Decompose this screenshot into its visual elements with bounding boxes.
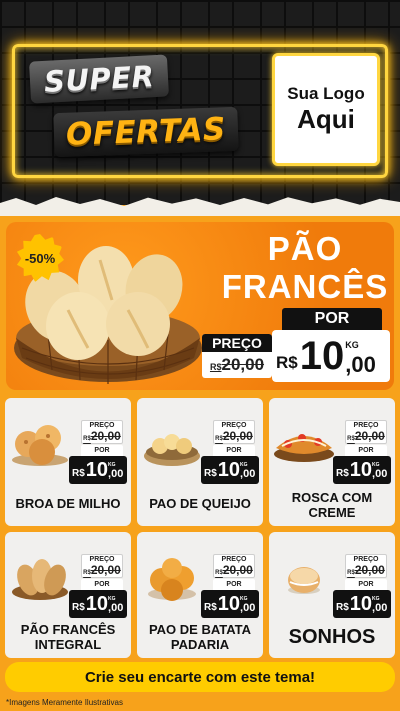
hero-price-decimal: ,00 [345,352,376,377]
currency: R$ [204,602,217,613]
old-price-tag: PREÇO R$20,00 [345,554,387,578]
new-price: R$ 10 KG ,00 [201,590,259,618]
hero-unit: KG [345,340,359,350]
hero-old-currency: R$ [209,362,222,372]
price-decimal: ,00 [240,468,256,480]
price-integer: 10 [217,593,241,615]
hero-title-line-2: FRANCÊS [221,268,389,305]
rosca-image [274,434,334,462]
por-label: POR [213,445,255,456]
logo-placeholder[interactable]: Sua Logo Aqui [272,53,380,166]
new-price: R$ 10 KG ,00 [69,456,127,484]
hero-new-price: R$ 10 KG ,00 [272,330,390,382]
hero-offer[interactable]: -50% PÃO FRANCÊS POR PREÇO R$20,00 R$ 10… [6,222,394,390]
product-card[interactable]: PREÇO R$20,00 POR R$ 10 KG ,00 SONHOS [269,532,395,658]
currency: R$ [72,468,85,479]
hero-old-price: R$20,00 [202,355,272,375]
old-currency: R$ [83,436,91,442]
price-decimal: ,00 [372,468,388,480]
old-currency: R$ [347,570,355,576]
currency: R$ [204,468,217,479]
por-label: POR [81,579,123,590]
product-name: PÃO FRANCÊS INTEGRAL [20,622,116,652]
hero-price-integer: 10 [299,334,345,378]
old-price-tag: PREÇO R$20,00 [81,420,123,444]
old-price: R$20,00 [82,430,122,446]
new-price: R$ 10 KG ,00 [201,456,259,484]
old-price: R$20,00 [82,564,122,580]
header-banner: SUPER OFERTAS Sua Logo Aqui [0,0,400,205]
pao-de-batata-image [148,558,196,601]
currency: R$ [336,602,349,613]
hero-title: PÃO FRANCÊS [216,230,394,306]
hero-preco-label: PREÇO [202,334,272,352]
old-currency: R$ [347,436,355,442]
hero-old-value: 20,00 [221,355,265,374]
price-integer: 10 [349,459,373,481]
old-price-tag: PREÇO R$20,00 [81,554,123,578]
por-label: POR [345,579,387,590]
disclaimer-text: *Imagens Meramente Ilustrativas [6,698,123,707]
old-price-value: 20,00 [90,563,121,577]
ofertas-title: OFERTAS [53,106,239,158]
old-price-value: 20,00 [354,563,385,577]
product-card[interactable]: PREÇO R$20,00 POR R$ 10 KG ,00 PAO DE QUEIJO [137,398,263,526]
hero-old-price-box: PREÇO R$20,00 [202,334,272,378]
broa-image [12,425,68,466]
price-decimal: ,00 [240,602,256,614]
old-price-tag: PREÇO R$20,00 [213,554,255,578]
hero-title-line-1: PÃO [267,230,343,267]
logo-line-2: Aqui [297,104,355,134]
super-title: SUPER [28,54,170,104]
cta-button[interactable]: Crie seu encarte com este tema! [5,662,395,692]
currency: R$ [72,602,85,613]
new-price: R$ 10 KG ,00 [69,590,127,618]
currency: R$ [336,468,349,479]
old-currency: R$ [215,570,223,576]
old-price: R$20,00 [214,564,254,580]
price-integer: 10 [85,459,109,481]
por-label: POR [345,445,387,456]
old-price-value: 20,00 [90,429,121,443]
old-price-value: 20,00 [354,429,385,443]
logo-line-1: Sua Logo [287,84,365,103]
old-price-value: 20,00 [222,563,253,577]
product-name: PAO DE QUEIJO [149,496,251,511]
hero-por-label: POR [282,308,382,330]
new-price: R$ 10 KG ,00 [333,590,391,618]
product-name: SONHOS [288,626,376,648]
product-name: BROA DE MILHO [15,496,121,511]
product-name: PAO DE BATATA PADARIA [148,622,252,652]
old-currency: R$ [215,436,223,442]
por-label: POR [213,579,255,590]
price-decimal: ,00 [108,468,124,480]
old-price: R$20,00 [346,564,386,580]
new-price: R$ 10 KG ,00 [333,456,391,484]
price-decimal: ,00 [372,602,388,614]
old-price-tag: PREÇO R$20,00 [345,420,387,444]
old-currency: R$ [83,570,91,576]
hero-currency: R$ [276,353,298,372]
sonho-image [288,567,320,594]
old-price: R$20,00 [346,430,386,446]
product-name: ROSCA COM CREME [291,490,373,520]
price-decimal: ,00 [108,602,124,614]
old-price-value: 20,00 [222,429,253,443]
pao-de-queijo-image [144,434,200,466]
old-price: R$20,00 [214,430,254,446]
product-card[interactable]: PREÇO R$20,00 POR R$ 10 KG ,00 PAO DE BATATA PA… [137,532,263,658]
price-integer: 10 [349,593,373,615]
product-card[interactable]: PREÇO R$20,00 POR R$ 10 KG ,00 ROSCA COM CREME [269,398,395,526]
product-card[interactable]: PREÇO R$20,00 POR R$ 10 KG ,00 BROA DE MILHO [5,398,131,526]
price-integer: 10 [217,459,241,481]
old-price-tag: PREÇO R$20,00 [213,420,255,444]
product-card[interactable]: PREÇO R$20,00 POR R$ 10 KG ,00 PÃO FRANCÊS INTE… [5,532,131,658]
price-integer: 10 [85,593,109,615]
por-label: POR [81,445,123,456]
pao-frances-integral-image [12,559,68,600]
